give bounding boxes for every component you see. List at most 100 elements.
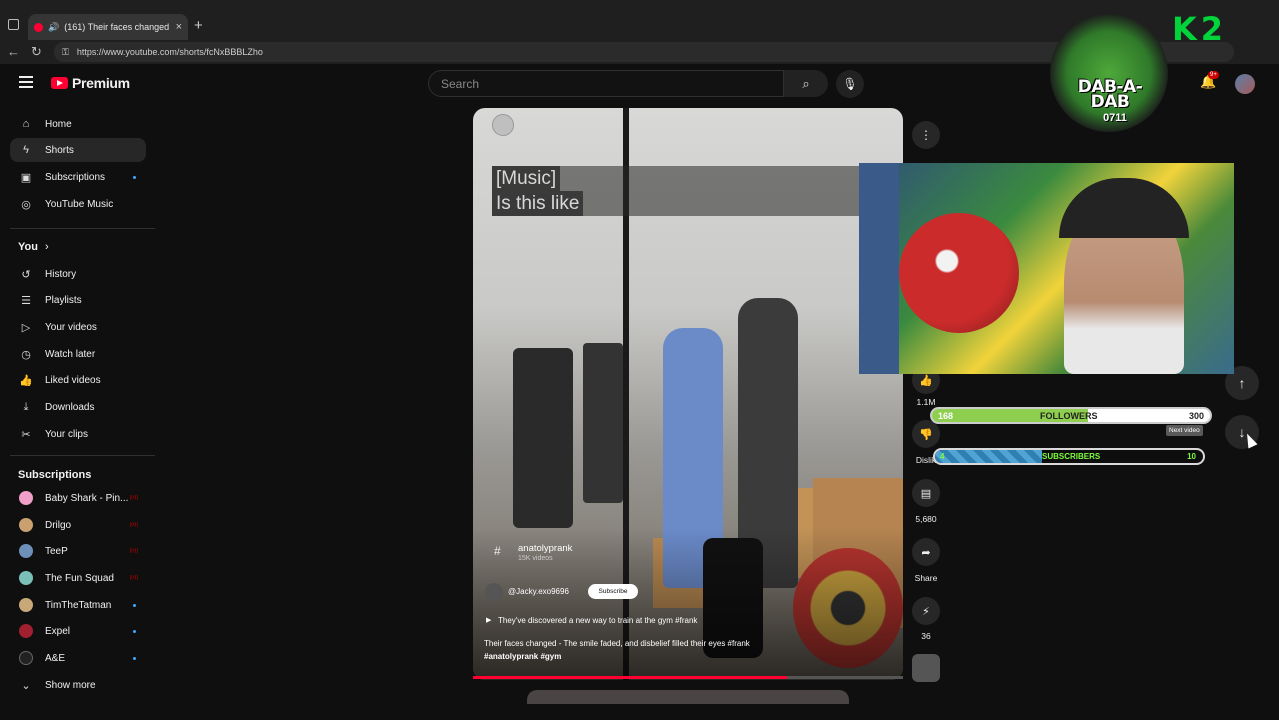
- playlists-icon: ☰: [21, 294, 31, 307]
- dislike-button[interactable]: 👎: [912, 420, 940, 448]
- next-short-preview[interactable]: [527, 690, 849, 704]
- sidebar-item-label: History: [45, 268, 77, 280]
- hashtag-channel[interactable]: anatolyprank: [518, 543, 572, 554]
- youtube-logo[interactable]: Premium: [51, 75, 130, 91]
- video-hashtags[interactable]: #anatolyprank #gym: [484, 652, 561, 661]
- sidebar-item-label: Home: [45, 118, 72, 130]
- sidebar-item-youtube-music[interactable]: ◎ YouTube Music: [10, 192, 146, 216]
- comment-icon: ▤: [920, 487, 932, 500]
- share-button[interactable]: ➦: [912, 538, 940, 566]
- notifications-button[interactable]: 🔔 9+: [1200, 71, 1219, 90]
- new-tab-button[interactable]: +: [194, 17, 203, 34]
- creator-avatar[interactable]: [485, 583, 503, 601]
- search-button[interactable]: ⌕: [784, 70, 828, 97]
- subscribers-current: 4: [940, 452, 945, 461]
- sidebar-channel[interactable]: Baby Shark - Pin... ((•)): [10, 486, 146, 510]
- tab-actions-icon[interactable]: [8, 19, 19, 30]
- sidebar-channel[interactable]: Expel: [10, 619, 146, 643]
- sidebar-channel[interactable]: The Fun Squad ((•)): [10, 566, 146, 590]
- sidebar-item-your-clips[interactable]: ✂ Your clips: [10, 422, 146, 446]
- account-avatar[interactable]: [1235, 74, 1255, 94]
- channel-avatar: [19, 518, 33, 532]
- sidebar-channel[interactable]: TimTheTatman: [10, 593, 146, 617]
- search-input[interactable]: Search: [428, 70, 784, 97]
- back-icon[interactable]: ←: [7, 44, 20, 59]
- followers-current: 168: [938, 411, 954, 421]
- microphone-icon: 🎙: [842, 77, 858, 91]
- live-icon: ((•)): [129, 522, 138, 528]
- more-options-button[interactable]: ⋮: [912, 121, 940, 149]
- sidebar-item-subscriptions[interactable]: ▣ Subscriptions: [10, 165, 146, 189]
- sidebar-item-your-videos[interactable]: ▷ Your videos: [10, 315, 146, 339]
- thumbs-down-icon: 👎: [919, 428, 933, 441]
- sidebar-item-liked-videos[interactable]: 👍 Liked videos: [10, 368, 146, 392]
- subscriptions-heading: Subscriptions: [18, 469, 92, 481]
- sidebar-item-home[interactable]: ⌂ Home: [10, 112, 146, 136]
- hashtag-video-count: 15K videos: [518, 555, 553, 562]
- home-icon: ⌂: [22, 118, 30, 130]
- sidebar-item-history[interactable]: ↺ History: [10, 262, 146, 286]
- sidebar-item-label: Subscriptions: [45, 171, 106, 183]
- youtube-favicon-icon: [34, 22, 43, 32]
- menu-icon[interactable]: [19, 76, 33, 91]
- sidebar-channel[interactable]: A&E: [10, 646, 146, 670]
- remix-icon: ⚡: [922, 605, 930, 618]
- you-label: You: [18, 241, 38, 253]
- dab-logo-subtext: 0711: [1103, 112, 1127, 124]
- comments-button[interactable]: ▤: [912, 479, 940, 507]
- remix-button[interactable]: ⚡: [912, 597, 940, 625]
- site-info-icon[interactable]: ⚿: [62, 47, 69, 58]
- show-more-label: Show more: [45, 679, 96, 691]
- speaker-icon[interactable]: 🔊: [48, 22, 59, 33]
- subscribers-progress-fill: [935, 450, 1043, 463]
- creator-handle[interactable]: @Jacky.exo9696: [508, 587, 569, 596]
- subscribers-goal: 10: [1187, 452, 1196, 461]
- webcam-background: [899, 213, 1019, 333]
- search-icon: ⌕: [802, 75, 810, 91]
- sidebar-channel[interactable]: TeeP ((•)): [10, 539, 146, 563]
- share-icon: ➦: [921, 546, 931, 559]
- thumbs-up-icon: 👍: [919, 374, 933, 387]
- liked-icon: 👍: [19, 374, 33, 387]
- play-icon: ▶: [486, 617, 492, 624]
- channel-avatar: [19, 651, 33, 665]
- sidebar-item-label: Your videos: [45, 321, 97, 333]
- your-videos-icon: ▷: [21, 321, 31, 334]
- sidebar-item-downloads[interactable]: ⤓ Downloads: [10, 395, 146, 419]
- subscribers-goal-bar: 4 SUBSCRIBERS 10: [933, 448, 1205, 465]
- history-icon: ↺: [21, 268, 31, 281]
- subscribe-button[interactable]: Subscribe: [588, 584, 638, 599]
- hashtag-icon: #: [494, 544, 501, 558]
- live-icon: ((•)): [129, 575, 138, 581]
- caption-line: Is this like: [492, 191, 584, 216]
- subscriptions-icon: ▣: [20, 171, 32, 184]
- sidebar-item-playlists[interactable]: ☰ Playlists: [10, 288, 146, 312]
- browser-tab[interactable]: 🔊 (161) Their faces changed - T ×: [28, 14, 188, 40]
- video-progress-bar[interactable]: [473, 676, 903, 679]
- sidebar-channel[interactable]: Drilgo ((•)): [10, 513, 146, 537]
- logo-text: Premium: [72, 75, 130, 91]
- sidebar-item-label: Watch later: [45, 348, 96, 360]
- next-video-tooltip: Next video: [1166, 425, 1203, 436]
- sound-thumbnail[interactable]: [912, 654, 940, 682]
- audio-title[interactable]: They've discovered a new way to train at…: [498, 616, 697, 625]
- music-icon: ◎: [21, 198, 31, 211]
- youtube-play-icon: [51, 77, 68, 89]
- chevron-down-icon: ⌄: [21, 679, 31, 692]
- tab-close-icon[interactable]: ×: [176, 21, 182, 33]
- channel-avatar: [19, 544, 33, 558]
- channel-avatar: [19, 491, 33, 505]
- sidebar-item-shorts[interactable]: ϟ Shorts: [10, 138, 146, 162]
- channel-name: Drilgo: [45, 519, 72, 531]
- you-section-heading[interactable]: You ›: [18, 241, 49, 253]
- headset: [1059, 178, 1189, 238]
- voice-search-button[interactable]: 🎙: [836, 70, 864, 98]
- k2-logo: K2: [1172, 10, 1228, 48]
- webcam-overlay: [859, 163, 1234, 374]
- sidebar: ⌂ Home ϟ Shorts ▣ Subscriptions ◎ YouTub…: [0, 108, 160, 708]
- reload-icon[interactable]: ↻: [31, 44, 42, 60]
- show-more-button[interactable]: ⌄ Show more: [10, 673, 146, 697]
- live-icon: ((•)): [129, 548, 138, 554]
- video-scene: [583, 343, 623, 503]
- sidebar-item-watch-later[interactable]: ◷ Watch later: [10, 342, 146, 366]
